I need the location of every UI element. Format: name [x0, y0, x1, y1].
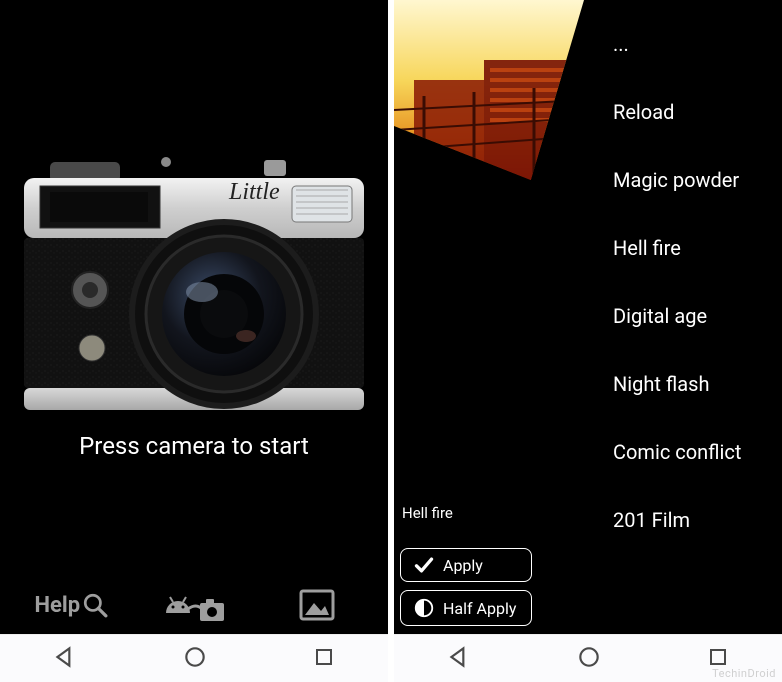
android-camera-icon	[162, 585, 226, 625]
filter-item-201-film[interactable]: 201 Film	[607, 486, 782, 554]
help-button[interactable]: Help	[31, 582, 111, 628]
half-apply-button[interactable]: Half Apply	[400, 590, 532, 626]
nav-recent-icon	[312, 645, 336, 669]
nav-home-button[interactable]	[576, 644, 602, 674]
watermark-text: TechinDroid	[712, 667, 776, 680]
apply-button[interactable]: Apply	[400, 548, 532, 582]
gallery-button[interactable]	[277, 582, 357, 628]
screen-filter-select: Hell fire Apply Half Apply	[394, 0, 782, 682]
nav-home-icon	[576, 644, 602, 670]
filter-item-comic-conflict[interactable]: Comic conflict	[607, 418, 782, 486]
android-nav-bar-right: TechinDroid	[394, 634, 782, 682]
half-apply-label: Half Apply	[443, 599, 516, 618]
android-nav-bar-left	[0, 634, 388, 682]
help-label: Help	[35, 593, 81, 618]
camera-brand-text: Little	[228, 179, 280, 205]
nav-recent-icon	[706, 645, 730, 669]
filter-item-magic-powder[interactable]: Magic powder	[607, 146, 782, 214]
filter-list[interactable]: ... Reload Magic powder Hell fire Digita…	[607, 0, 782, 634]
apply-button-group: Apply Half Apply	[400, 548, 532, 626]
nav-home-button[interactable]	[182, 644, 208, 674]
half-circle-icon	[413, 597, 435, 619]
gallery-icon	[299, 589, 335, 621]
right-body: Hell fire Apply Half Apply	[394, 0, 782, 634]
start-prompt-text: Press camera to start	[79, 432, 309, 460]
nav-back-button[interactable]	[446, 644, 472, 674]
filter-item-more[interactable]: ...	[607, 10, 782, 78]
nav-back-icon	[446, 644, 472, 670]
left-main-area: Little	[0, 0, 388, 574]
checkmark-icon	[413, 555, 435, 575]
filter-preview-image[interactable]	[394, 0, 584, 180]
nav-back-button[interactable]	[52, 644, 78, 674]
magnifier-icon	[82, 592, 108, 618]
filter-item-hell-fire[interactable]: Hell fire	[607, 214, 782, 282]
selected-filter-label: Hell fire	[402, 504, 453, 522]
nav-home-icon	[182, 644, 208, 670]
filter-item-digital-age[interactable]: Digital age	[607, 282, 782, 350]
system-camera-button[interactable]	[154, 582, 234, 628]
left-bottom-toolbar: Help	[0, 574, 388, 634]
filter-item-reload[interactable]: Reload	[607, 78, 782, 146]
filter-item-night-flash[interactable]: Night flash	[607, 350, 782, 418]
apply-label: Apply	[443, 556, 483, 575]
screen-camera-start: Little	[0, 0, 388, 682]
nav-recent-button[interactable]	[312, 645, 336, 673]
preview-column: Hell fire Apply Half Apply	[394, 0, 607, 634]
nav-back-icon	[52, 644, 78, 670]
vintage-camera-illustration[interactable]: Little	[14, 154, 374, 414]
